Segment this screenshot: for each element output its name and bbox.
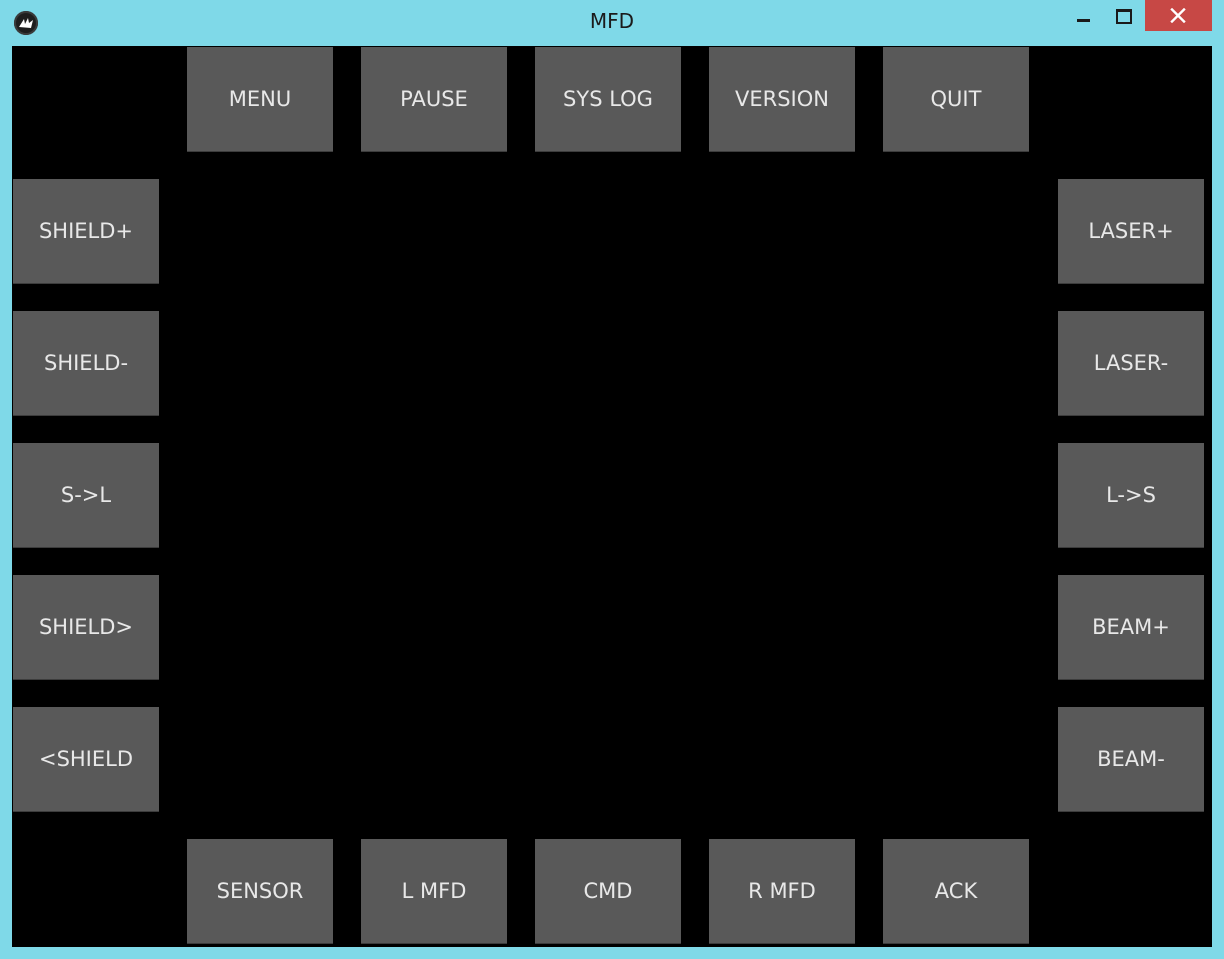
shield-minus-button-label: SHIELD- bbox=[43, 351, 129, 375]
ack-button-label: ACK bbox=[934, 879, 978, 903]
l-mfd-button-label: L MFD bbox=[401, 879, 467, 903]
quit-button[interactable]: QUIT bbox=[883, 47, 1029, 152]
minimize-icon bbox=[1077, 19, 1090, 22]
app-logo-icon[interactable] bbox=[14, 11, 38, 35]
close-icon bbox=[1170, 8, 1186, 23]
version-button-label: VERSION bbox=[735, 87, 829, 111]
beam-minus-button[interactable]: BEAM- bbox=[1058, 707, 1204, 812]
beam-minus-button-label: BEAM- bbox=[1097, 747, 1165, 771]
shield-left-button-label: <SHIELD bbox=[38, 747, 134, 771]
shield-right-button-label: SHIELD> bbox=[38, 615, 134, 639]
title-bar[interactable]: MFD bbox=[0, 0, 1224, 46]
maximize-icon bbox=[1116, 9, 1132, 24]
shield-minus-button[interactable]: SHIELD- bbox=[13, 311, 159, 416]
sys-log-button-label: SYS LOG bbox=[563, 87, 653, 111]
beam-plus-button-label: BEAM+ bbox=[1092, 615, 1170, 639]
minimize-button[interactable] bbox=[1066, 0, 1100, 31]
ack-button[interactable]: ACK bbox=[883, 839, 1029, 944]
version-button[interactable]: VERSION bbox=[709, 47, 855, 152]
shield-left-button[interactable]: <SHIELD bbox=[13, 707, 159, 812]
r-mfd-button[interactable]: R MFD bbox=[709, 839, 855, 944]
menu-button[interactable]: MENU bbox=[187, 47, 333, 152]
window-title: MFD bbox=[589, 9, 635, 33]
pause-button-label: PAUSE bbox=[400, 87, 468, 111]
laser-to-shield-button-label: L->S bbox=[1106, 483, 1156, 507]
pause-button[interactable]: PAUSE bbox=[361, 47, 507, 152]
shield-to-laser-button[interactable]: S->L bbox=[13, 443, 159, 548]
sensor-button-label: SENSOR bbox=[216, 879, 304, 903]
r-mfd-button-label: R MFD bbox=[748, 879, 816, 903]
laser-plus-button[interactable]: LASER+ bbox=[1058, 179, 1204, 284]
maximize-button[interactable] bbox=[1106, 0, 1140, 31]
shield-plus-button[interactable]: SHIELD+ bbox=[13, 179, 159, 284]
menu-button-label: MENU bbox=[228, 87, 292, 111]
laser-minus-button[interactable]: LASER- bbox=[1058, 311, 1204, 416]
shield-to-laser-button-label: S->L bbox=[60, 483, 112, 507]
cmd-button-label: CMD bbox=[583, 879, 633, 903]
shield-right-button[interactable]: SHIELD> bbox=[13, 575, 159, 680]
l-mfd-button[interactable]: L MFD bbox=[361, 839, 507, 944]
beam-plus-button[interactable]: BEAM+ bbox=[1058, 575, 1204, 680]
mfd-display: MENU PAUSE SYS LOG VERSION QUIT SHIELD+ … bbox=[12, 46, 1212, 947]
sensor-button[interactable]: SENSOR bbox=[187, 839, 333, 944]
close-button[interactable] bbox=[1145, 0, 1212, 31]
quit-button-label: QUIT bbox=[930, 87, 982, 111]
cmd-button[interactable]: CMD bbox=[535, 839, 681, 944]
laser-minus-button-label: LASER- bbox=[1093, 351, 1169, 375]
shield-plus-button-label: SHIELD+ bbox=[38, 219, 134, 243]
laser-plus-button-label: LASER+ bbox=[1088, 219, 1174, 243]
laser-to-shield-button[interactable]: L->S bbox=[1058, 443, 1204, 548]
sys-log-button[interactable]: SYS LOG bbox=[535, 47, 681, 152]
app-window: MFD MENU PAUSE SYS LOG VERSION QUIT SHIE… bbox=[0, 0, 1224, 959]
